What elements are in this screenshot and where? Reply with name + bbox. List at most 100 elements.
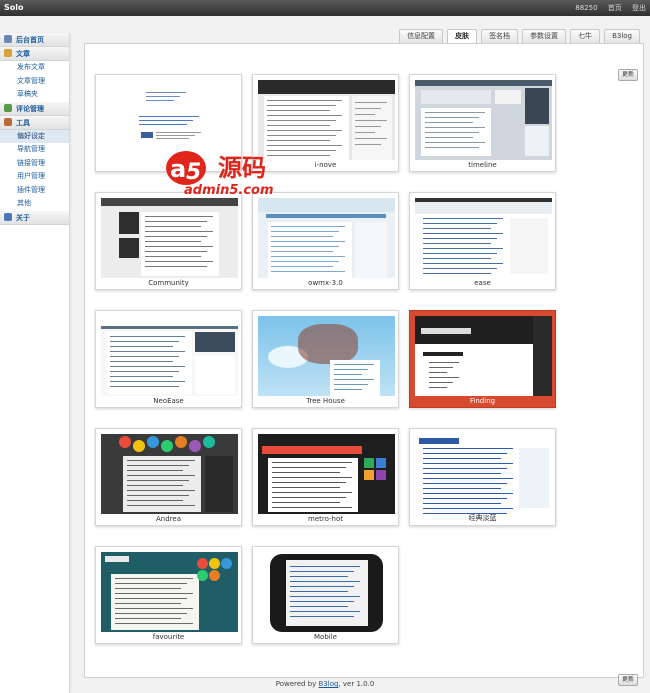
sidebar-item[interactable]: 用户管理	[0, 170, 69, 184]
refresh-button-top[interactable]: 更新	[618, 69, 638, 81]
sidebar-item-label: 工具	[16, 118, 30, 127]
sidebar-item[interactable]: 插件管理	[0, 184, 69, 198]
preview-line	[115, 623, 193, 624]
preview-shape	[421, 90, 491, 104]
skin-option[interactable]: ease	[409, 192, 556, 290]
preview-line	[145, 236, 207, 237]
footer-suffix: , ver 1.0.0	[338, 680, 375, 688]
preview-shape	[364, 458, 374, 468]
footer: Powered by B3log, ver 1.0.0	[0, 680, 650, 688]
home-link[interactable]: 首页	[608, 4, 622, 12]
sidebar-section[interactable]: 评论管理	[0, 101, 69, 116]
preview-line	[115, 608, 193, 609]
sidebar-item-label: 评论管理	[16, 104, 44, 113]
preview-line	[423, 248, 503, 249]
preview-line	[127, 485, 183, 486]
preview-line	[127, 505, 195, 506]
preview-line	[145, 231, 213, 232]
skin-option[interactable]: 经典淡蓝	[409, 428, 556, 526]
skin-option[interactable]: favourite	[95, 546, 242, 644]
tab[interactable]: 签名档	[481, 29, 519, 43]
preview-line	[271, 236, 333, 237]
sidebar-item-label: 关于	[16, 213, 30, 222]
preview-line	[272, 497, 346, 498]
skin-name: NeoEase	[153, 397, 184, 405]
preview-line	[145, 246, 213, 247]
preview-line	[423, 508, 513, 509]
sidebar-section[interactable]: 工具	[0, 115, 69, 130]
skin-preview-image	[415, 434, 552, 514]
sidebar-item-label: 文章	[16, 50, 30, 58]
skin-name: timeline	[468, 161, 497, 169]
skin-name: Community	[148, 279, 189, 287]
preview-line	[110, 386, 179, 387]
skin-option[interactable]: metro-hot	[252, 428, 399, 526]
footer-b3log-link[interactable]: B3log	[319, 680, 339, 688]
preview-line	[267, 100, 342, 101]
preview-line	[423, 483, 507, 484]
preview-line	[423, 468, 507, 469]
tab[interactable]: 参数设置	[522, 29, 567, 43]
username-link[interactable]: 88250	[575, 4, 597, 12]
skin-option[interactable]: Community	[95, 192, 242, 290]
sidebar-item[interactable]: 链接管理	[0, 157, 69, 171]
preview-line	[355, 102, 387, 103]
sidebar-section[interactable]: 文章	[0, 47, 69, 61]
preview-shape	[197, 558, 208, 569]
preview-line	[271, 231, 339, 232]
preview-line	[423, 498, 507, 499]
preview-line	[271, 246, 339, 247]
preview-line	[334, 384, 368, 385]
sidebar-item[interactable]: 发布文章	[0, 61, 69, 75]
preview-line	[145, 221, 207, 222]
skin-option[interactable]: timeline	[409, 74, 556, 172]
sidebar-item[interactable]: 导航管理	[0, 143, 69, 157]
sidebar-item-label: 其他	[17, 199, 31, 207]
dashboard-icon	[4, 35, 12, 43]
preview-shape	[495, 90, 521, 104]
sidebar-section[interactable]: 后台首页	[0, 33, 69, 47]
preview-line	[271, 251, 333, 252]
skin-option[interactable]: owmx-3.0	[252, 192, 399, 290]
skin-preview-image	[415, 198, 552, 278]
sidebar-item[interactable]: 草稿夹	[0, 88, 69, 102]
tools-icon	[4, 117, 12, 126]
preview-line	[272, 502, 340, 503]
preview-shape	[364, 470, 374, 480]
sidebar-section[interactable]: 关于	[0, 210, 69, 225]
preview-line	[115, 593, 193, 594]
preview-shape	[355, 222, 387, 278]
skin-preview-image	[258, 552, 395, 632]
preview-shape	[423, 352, 463, 356]
preview-line	[334, 364, 374, 365]
preview-shape	[525, 88, 549, 124]
preview-shape	[175, 436, 187, 448]
skin-option[interactable]: Tree House	[252, 310, 399, 408]
sidebar-item-label: 后台首页	[16, 36, 44, 44]
tab[interactable]: 七牛	[570, 29, 601, 43]
tab[interactable]: 皮肤	[447, 29, 478, 44]
sidebar-item[interactable]: 其他	[0, 197, 69, 211]
brand-logo[interactable]: Solo	[4, 3, 24, 12]
skin-option[interactable]: NeoEase	[95, 310, 242, 408]
preview-line	[271, 241, 345, 242]
skin-option[interactable]: Finding	[409, 310, 556, 408]
preview-line	[423, 253, 497, 254]
tab[interactable]: 信息配置	[399, 29, 444, 43]
preview-line	[110, 351, 185, 352]
skin-option[interactable]: Andrea	[95, 428, 242, 526]
sidebar-item-label: 偏好设定	[17, 131, 45, 140]
preview-shape	[262, 446, 362, 454]
sidebar-item[interactable]: 偏好设定	[0, 129, 69, 143]
preview-line	[272, 482, 346, 483]
preview-line	[267, 130, 342, 131]
tab[interactable]: B3log	[604, 29, 640, 43]
skin-option[interactable]: Mobile	[252, 546, 399, 644]
preview-line	[355, 132, 375, 133]
sidebar-item[interactable]: 文章管理	[0, 75, 69, 89]
preview-shape	[525, 126, 549, 156]
logout-link[interactable]: 登出	[632, 4, 646, 12]
preview-line	[127, 495, 189, 496]
preview-line	[267, 135, 336, 136]
skin-name: Andrea	[156, 515, 181, 523]
